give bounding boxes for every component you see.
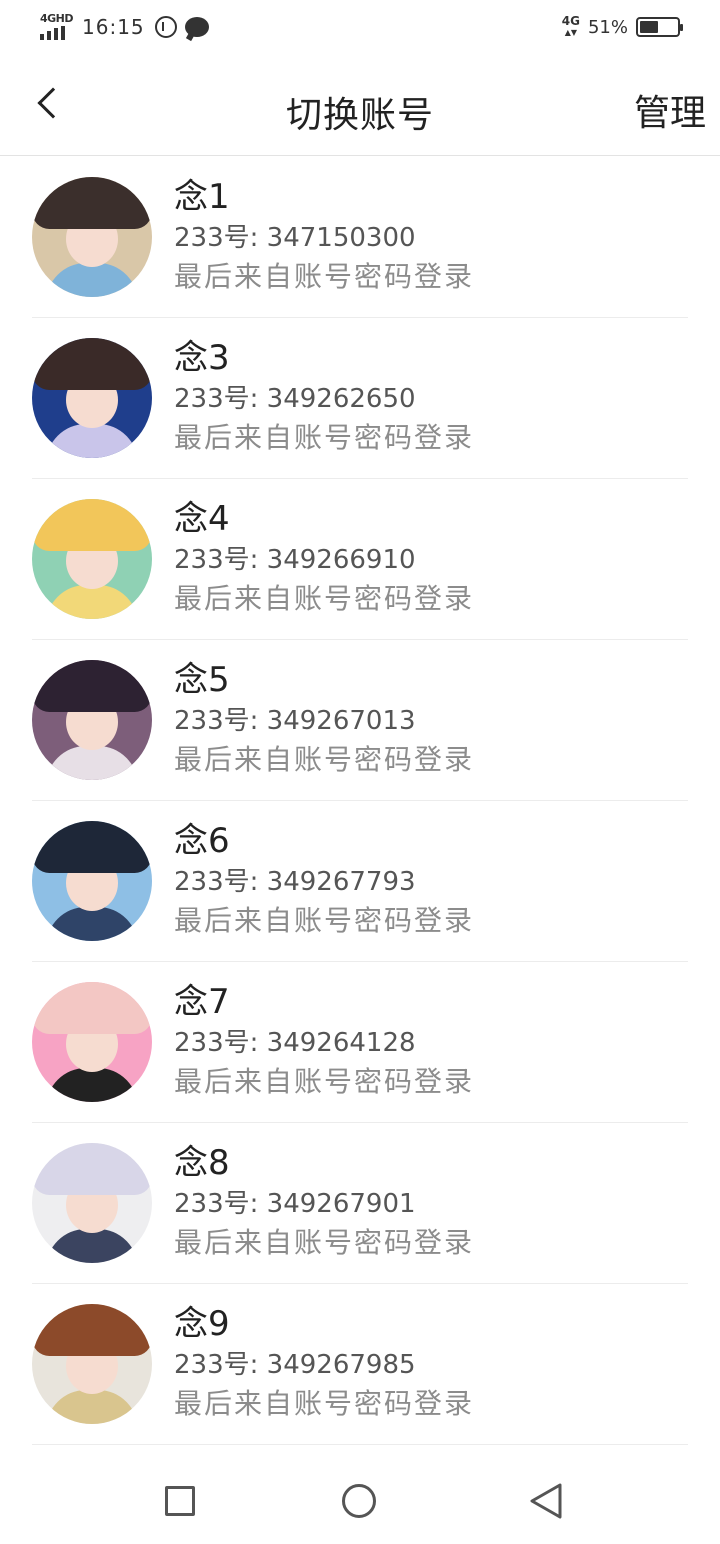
account-info: 念8 233号: 349267901 最后来自账号密码登录 bbox=[174, 1141, 474, 1263]
account-list: 念1 233号: 347150300 最后来自账号密码登录 念3 233号: 34926… bbox=[0, 157, 720, 1445]
clock: 16:15 bbox=[82, 15, 145, 39]
home-button[interactable] bbox=[342, 1484, 376, 1518]
account-info: 念3 233号: 349262650 最后来自账号密码登录 bbox=[174, 336, 474, 458]
last-login-method: 最后来自账号密码登录 bbox=[174, 1387, 475, 1420]
account-id: 233号: 349267013 bbox=[174, 706, 416, 736]
account-id: 233号: 349262650 bbox=[174, 384, 416, 414]
account-name: 念8 bbox=[174, 1143, 230, 1183]
account-id: 233号: 347150300 bbox=[174, 223, 416, 253]
back-triangle-button[interactable] bbox=[528, 1482, 564, 1520]
last-login-method: 最后来自账号密码登录 bbox=[174, 1226, 475, 1259]
avatar bbox=[32, 1143, 152, 1263]
account-item[interactable]: 念7 233号: 349264128 最后来自账号密码登录 bbox=[32, 962, 688, 1123]
notification-badge-icon bbox=[154, 16, 177, 38]
account-id: 233号: 349267901 bbox=[174, 1189, 416, 1219]
account-info: 念5 233号: 349267013 最后来自账号密码登录 bbox=[174, 658, 474, 780]
account-id: 233号: 349264128 bbox=[174, 1028, 416, 1058]
account-info: 念4 233号: 349266910 最后来自账号密码登录 bbox=[174, 497, 474, 619]
account-item[interactable]: 念9 233号: 349267985 最后来自账号密码登录 bbox=[32, 1284, 688, 1445]
manage-button[interactable]: 管理 bbox=[634, 84, 706, 136]
account-item[interactable]: 念8 233号: 349267901 最后来自账号密码登录 bbox=[32, 1123, 688, 1284]
account-info: 念1 233号: 347150300 最后来自账号密码登录 bbox=[174, 175, 474, 297]
last-login-method: 最后来自账号密码登录 bbox=[174, 260, 475, 293]
chat-icon bbox=[184, 17, 209, 37]
last-login-method: 最后来自账号密码登录 bbox=[174, 582, 475, 615]
status-left: 4GHD 16:15 bbox=[40, 12, 209, 42]
avatar bbox=[32, 177, 152, 297]
account-id: 233号: 349267985 bbox=[174, 1350, 416, 1380]
account-item[interactable]: 念1 233号: 347150300 最后来自账号密码登录 bbox=[32, 157, 688, 318]
page-title: 切换账号 bbox=[285, 95, 434, 136]
account-info: 念7 233号: 349264128 最后来自账号密码登录 bbox=[174, 980, 474, 1102]
last-login-method: 最后来自账号密码登录 bbox=[174, 904, 475, 937]
battery-fill bbox=[640, 21, 659, 33]
account-name: 念9 bbox=[174, 1304, 230, 1344]
account-item[interactable]: 念3 233号: 349262650 最后来自账号密码登录 bbox=[32, 318, 688, 479]
avatar bbox=[32, 338, 152, 458]
avatar bbox=[32, 499, 152, 619]
account-id: 233号: 349266910 bbox=[174, 545, 416, 575]
avatar bbox=[32, 982, 152, 1102]
header: 切换账号 管理 bbox=[0, 56, 720, 156]
status-right: 4G ▲▼ 51% bbox=[561, 12, 683, 42]
account-name: 念5 bbox=[174, 660, 230, 700]
avatar bbox=[32, 821, 152, 941]
account-name: 念1 bbox=[174, 177, 230, 217]
account-name: 念3 bbox=[174, 338, 230, 378]
network-type-left: 4GHD bbox=[40, 12, 74, 25]
last-login-method: 最后来自账号密码登录 bbox=[174, 421, 475, 454]
account-name: 念4 bbox=[174, 499, 230, 539]
last-login-method: 最后来自账号密码登录 bbox=[174, 743, 475, 776]
account-name: 念6 bbox=[174, 821, 230, 861]
signal-icon: 4GHD bbox=[40, 12, 74, 40]
avatar bbox=[32, 660, 152, 780]
account-info: 念6 233号: 349267793 最后来自账号密码登录 bbox=[174, 819, 474, 941]
account-item[interactable]: 念6 233号: 349267793 最后来自账号密码登录 bbox=[32, 801, 688, 962]
network-type-right: 4G ▲▼ bbox=[561, 14, 580, 37]
account-name: 念7 bbox=[174, 982, 230, 1022]
battery-percent: 51% bbox=[587, 16, 628, 38]
account-info: 念9 233号: 349267985 最后来自账号密码登录 bbox=[174, 1302, 474, 1424]
last-login-method: 最后来自账号密码登录 bbox=[174, 1065, 475, 1098]
system-nav-bar bbox=[0, 1446, 720, 1544]
account-id: 233号: 349267793 bbox=[174, 867, 416, 897]
recent-apps-button[interactable] bbox=[165, 1486, 195, 1516]
account-item[interactable]: 念5 233号: 349267013 最后来自账号密码登录 bbox=[32, 640, 688, 801]
battery-icon bbox=[636, 17, 683, 37]
status-bar: 4GHD 16:15 4G ▲▼ 51% bbox=[0, 0, 720, 56]
account-item[interactable]: 念4 233号: 349266910 最后来自账号密码登录 bbox=[32, 479, 688, 640]
avatar bbox=[32, 1304, 152, 1424]
